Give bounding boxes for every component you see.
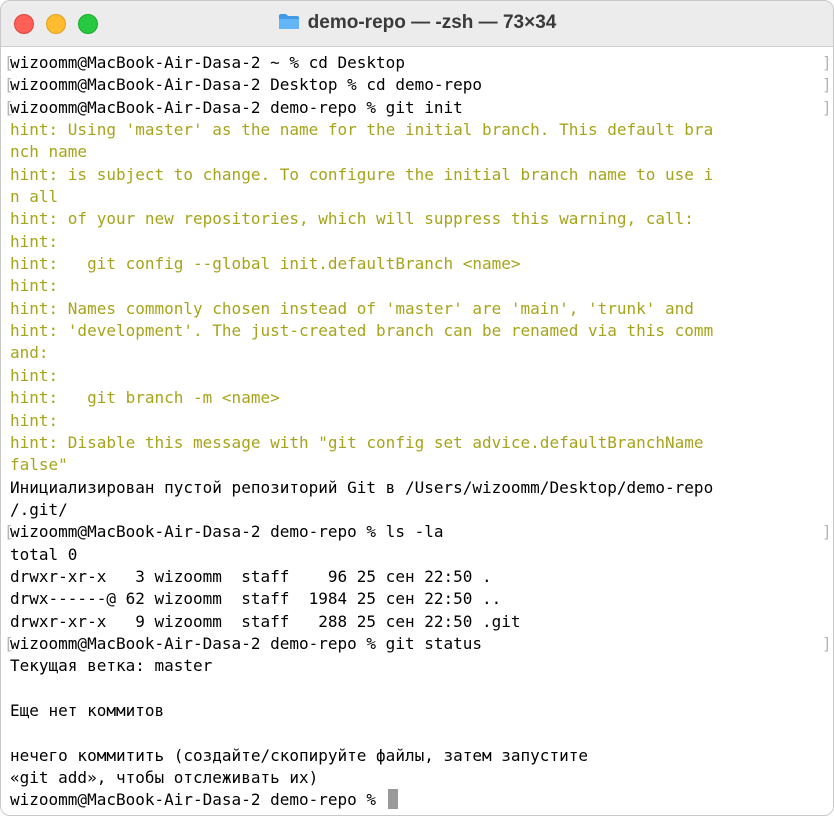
window-title-wrap: demo-repo — -zsh — 73×34 [1,11,833,35]
hint-line: hint: git branch -m <name> [10,387,833,409]
output-line: Текущая ветка: master [10,655,833,677]
hint-line: hint: of your new repositories, which wi… [10,208,833,230]
hint-line: hint: Using 'master' as the name for the… [10,119,833,141]
prompt-line: [] wizoomm@MacBook-Air-Dasa-2 ~ % cd Desk… [4,52,833,74]
prompt-mark-right: ] [822,522,832,542]
prompt-mark-left: [ [4,53,14,72]
prompt-line: [] wizoomm@MacBook-Air-Dasa-2 demo-repo %… [4,97,833,119]
output-line: Еще нет коммитов [10,700,833,722]
prompt-mark-right: ] [822,53,832,72]
hint-line: nch name [10,141,833,163]
output-line: drwxr-xr-x 9 wizoomm staff 288 25 сен 22… [10,611,833,633]
hint-line: hint: Names commonly chosen instead of '… [10,298,833,320]
line-text: hint: is subject to change. To configure… [10,164,714,184]
line-text: hint: Disable this message with "git con… [10,432,704,452]
title-bar[interactable]: demo-repo — -zsh — 73×34 [1,1,833,47]
line-text: hint: [10,231,59,251]
hint-line: hint: [10,275,833,297]
line-text: drwxr-xr-x 9 wizoomm staff 288 25 сен 22… [10,611,521,631]
line-text: hint: git config --global init.defaultBr… [10,254,521,274]
line-text: wizoomm@MacBook-Air-Dasa-2 Desktop % cd … [10,75,483,95]
line-text: wizoomm@MacBook-Air-Dasa-2 demo-repo % l… [10,522,444,542]
prompt-line: [] wizoomm@MacBook-Air-Dasa-2 demo-repo %… [4,633,833,655]
line-text: /.git/ [10,499,68,519]
line-text: false" [10,455,68,475]
hint-line: hint: [10,365,833,387]
line-text: hint: git branch -m <name> [10,388,280,408]
output-line: нечего коммитить (создайте/скопируйте фа… [10,745,833,767]
prompt-mark-right: ] [822,633,832,653]
terminal-output[interactable]: [] wizoomm@MacBook-Air-Dasa-2 ~ % cd Desk… [1,47,833,815]
line-text: Текущая ветка: master [10,656,213,676]
line-text: Инициализирован пустой репозиторий Git в… [10,477,714,497]
prompt-mark-right: ] [822,75,832,95]
folder-icon [278,14,299,29]
hint-line: hint: Disable this message with "git con… [10,432,833,454]
hint-line: hint: 'development'. The just-created br… [10,320,833,342]
line-text: wizoomm@MacBook-Air-Dasa-2 ~ % cd Deskto… [10,53,405,72]
prompt-mark-left: [ [4,633,14,653]
prompt-line: [] wizoomm@MacBook-Air-Dasa-2 demo-repo %… [4,521,833,543]
text-cursor [387,789,398,810]
line-text: hint: [10,410,59,430]
output-line: drwxr-xr-x 3 wizoomm staff 96 25 сен 22:… [10,566,833,588]
line-text: wizoomm@MacBook-Air-Dasa-2 demo-repo % g… [10,97,463,117]
current-prompt-line: wizoomm@MacBook-Air-Dasa-2 demo-repo % [10,789,833,811]
line-text: «git add», чтобы отслеживать их) [10,768,319,787]
output-line: drwx------@ 62 wizoomm staff 1984 25 сен… [10,588,833,610]
prompt-mark-left: [ [4,75,14,95]
output-line: total 0 [10,544,833,566]
line-text: hint: 'development'. The just-created br… [10,321,714,341]
line-text: hint: of your new repositories, which wi… [10,209,694,229]
line-text: total 0 [10,544,78,564]
hint-line: n all [10,186,833,208]
output-line: «git add», чтобы отслеживать их) [10,767,833,789]
prompt-mark-left: [ [4,97,14,117]
line-text: hint: Using 'master' as the name for the… [10,120,714,140]
line-text: нечего коммитить (создайте/скопируйте фа… [10,745,588,765]
line-text: Еще нет коммитов [10,700,165,720]
terminal-window: demo-repo — -zsh — 73×34 [] wizoomm@MacBo… [0,0,834,816]
prompt-line: [] wizoomm@MacBook-Air-Dasa-2 Desktop % c… [4,74,833,96]
line-text: wizoomm@MacBook-Air-Dasa-2 demo-repo % [10,790,386,810]
line-text: hint: Names commonly chosen instead of '… [10,298,694,318]
line-text: drwxr-xr-x 3 wizoomm staff 96 25 сен 22:… [10,566,492,586]
hint-line: and: [10,342,833,364]
window-title: demo-repo — -zsh — 73×34 [307,12,557,33]
line-text: nch name [10,142,88,162]
prompt-mark-right: ] [822,97,832,117]
line-text: drwx------@ 62 wizoomm staff 1984 25 сен… [10,589,502,609]
prompt-mark-left: [ [4,522,14,542]
hint-line: hint: is subject to change. To configure… [10,164,833,186]
hint-line: false" [10,454,833,476]
line-text: hint: [10,365,59,385]
output-line: /.git/ [10,499,833,521]
line-text: and: [10,343,49,363]
hint-line: hint: git config --global init.defaultBr… [10,253,833,275]
line-text: n all [10,187,59,207]
hint-line: hint: [10,231,833,253]
hint-line: hint: [10,410,833,432]
line-text: hint: [10,276,59,296]
line-text: wizoomm@MacBook-Air-Dasa-2 demo-repo % g… [10,633,483,653]
output-line: Инициализирован пустой репозиторий Git в… [10,477,833,499]
